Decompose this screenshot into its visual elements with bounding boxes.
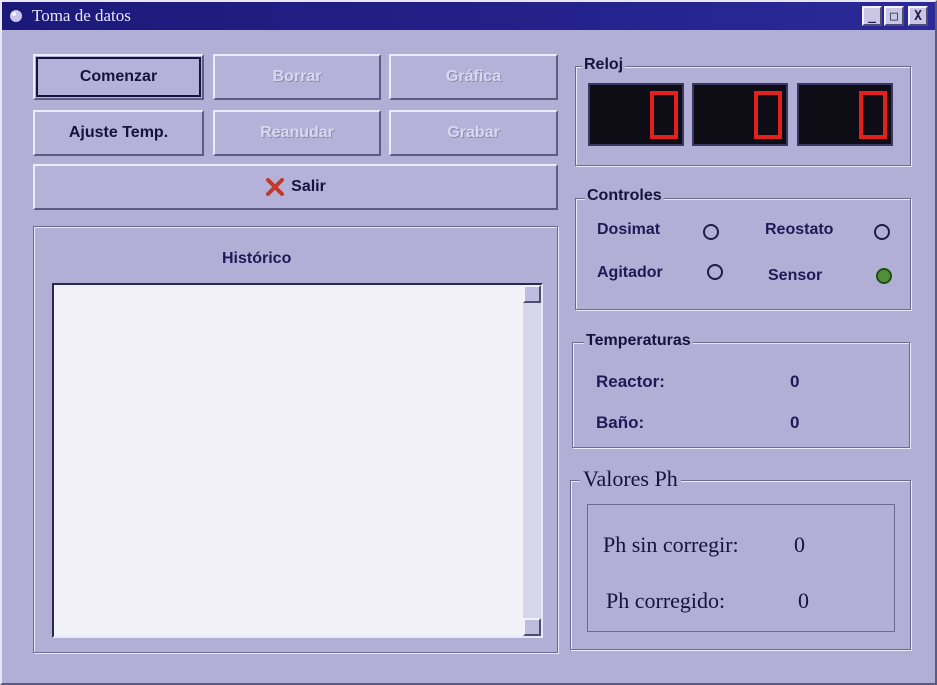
window-title: Toma de datos	[32, 6, 131, 25]
main-window: Toma de datos _ □ X Comenzar Borrar Gráf…	[0, 0, 937, 685]
clock-segment	[674, 91, 678, 115]
reactor-value: 0	[790, 372, 800, 391]
controles-group	[575, 198, 911, 310]
historico-textarea[interactable]	[52, 283, 543, 638]
ph-corregido-value: 0	[798, 588, 809, 613]
clock-segment	[650, 115, 654, 139]
app-icon	[10, 10, 22, 22]
dosimat-indicator	[703, 224, 719, 240]
clock-digit	[797, 83, 893, 146]
clock-segment	[674, 115, 678, 139]
scroll-down-button[interactable]	[523, 618, 541, 636]
clock-segment	[758, 91, 778, 95]
clock-segment	[754, 115, 758, 139]
ph-corregido-label: Ph corregido:	[606, 588, 726, 613]
reloj-label: Reloj	[582, 56, 626, 74]
clock-segment	[778, 91, 782, 115]
sensor-label: Sensor	[768, 267, 823, 284]
clock-segment	[754, 91, 758, 115]
grafica-button[interactable]: Gráfica	[389, 54, 558, 100]
clock-digit	[588, 83, 684, 146]
reactor-label: Reactor:	[596, 372, 665, 391]
dosimat-label: Dosimat	[597, 221, 661, 238]
salir-button[interactable]: Salir	[33, 164, 558, 210]
clock-segment	[863, 135, 883, 139]
minimize-button[interactable]: _	[862, 6, 882, 26]
scroll-up-button[interactable]	[523, 285, 541, 303]
sensor-indicator	[876, 268, 892, 284]
close-button[interactable]: X	[908, 6, 928, 26]
reanudar-button[interactable]: Reanudar	[213, 110, 381, 156]
ph-group-label: Valores Ph	[580, 466, 681, 492]
clock-segment	[883, 91, 887, 115]
clock-segment	[859, 115, 863, 139]
close-x-icon	[266, 178, 285, 196]
clock-segment	[859, 91, 863, 115]
comenzar-button[interactable]: Comenzar	[33, 54, 204, 100]
clock-segment	[778, 115, 782, 139]
vertical-scrollbar[interactable]	[523, 285, 541, 636]
maximize-button[interactable]: □	[884, 6, 904, 26]
agitador-label: Agitador	[597, 264, 663, 281]
ajuste-temp-button[interactable]: Ajuste Temp.	[33, 110, 204, 156]
clock-segment	[654, 91, 674, 95]
bano-label: Baño:	[596, 413, 645, 432]
controles-label: Controles	[585, 187, 664, 205]
agitador-indicator	[707, 264, 723, 280]
bano-value: 0	[790, 413, 800, 432]
ph-sin-corregir-label: Ph sin corregir:	[603, 532, 739, 557]
reostato-label: Reostato	[765, 221, 834, 238]
salir-label: Salir	[291, 178, 326, 195]
title-bar[interactable]: Toma de datos _ □ X	[2, 2, 935, 30]
clock-segment	[863, 91, 883, 95]
reostato-indicator	[874, 224, 890, 240]
clock-segment	[758, 135, 778, 139]
temperaturas-label: Temperaturas	[584, 332, 693, 350]
clock-segment	[650, 91, 654, 115]
historico-title: Histórico	[222, 250, 292, 267]
clock-segment	[883, 115, 887, 139]
clock-digit	[692, 83, 788, 146]
ph-sin-corregir-value: 0	[794, 532, 805, 557]
clock-segment	[654, 135, 674, 139]
grabar-button[interactable]: Grabar	[389, 110, 558, 156]
borrar-button[interactable]: Borrar	[213, 54, 381, 100]
